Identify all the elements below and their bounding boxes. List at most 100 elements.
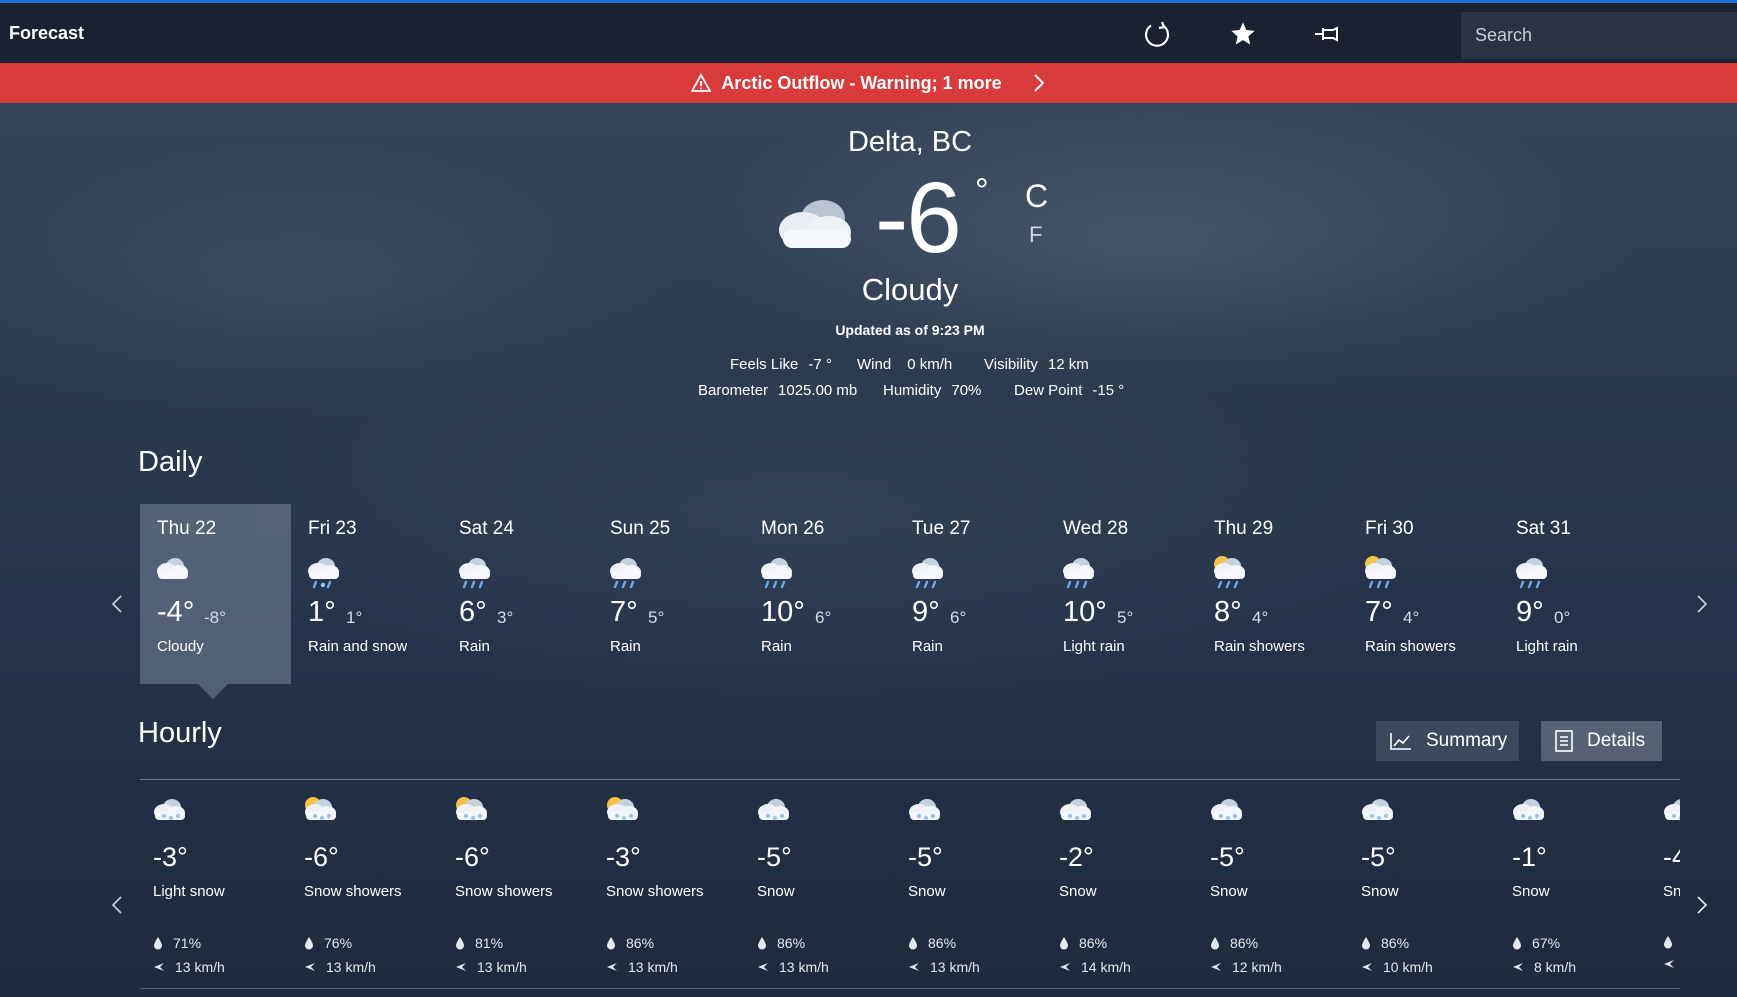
hourly-forecast-item: -2° Snow 86% 14 km/h bbox=[1046, 795, 1196, 985]
wind-arrow-icon bbox=[1663, 959, 1680, 969]
hour-humidity: 71% bbox=[173, 935, 202, 951]
wind-arrow-icon bbox=[1361, 962, 1383, 972]
hourly-forecast-item: -4 Sn bbox=[1650, 795, 1680, 985]
hour-wind-row: 10 km/h bbox=[1361, 959, 1433, 975]
hour-wind-row: 13 km/h bbox=[606, 959, 678, 975]
hour-condition: Snow bbox=[908, 883, 946, 900]
wind-arrow-icon bbox=[757, 962, 779, 972]
hour-precip-row: 86% bbox=[908, 935, 956, 951]
hour-humidity: 86% bbox=[1079, 935, 1108, 951]
hour-wind-row: 14 km/h bbox=[1059, 959, 1131, 975]
raindrop-icon bbox=[1361, 936, 1381, 950]
hour-humidity: 81% bbox=[475, 935, 504, 951]
hour-precip-row: 86% bbox=[1059, 935, 1107, 951]
hour-humidity: 76% bbox=[324, 935, 353, 951]
hour-wind-row: 13 km/h bbox=[455, 959, 527, 975]
hour-humidity: 86% bbox=[928, 935, 957, 951]
hour-wind: 13 km/h bbox=[477, 959, 527, 975]
snow-icon bbox=[1056, 795, 1096, 836]
snow-icon bbox=[905, 795, 945, 836]
raindrop-icon bbox=[1512, 936, 1532, 950]
hour-condition: Snow bbox=[1210, 883, 1248, 900]
wind-arrow-icon bbox=[1059, 962, 1081, 972]
hour-precip-row: 76% bbox=[304, 935, 352, 951]
hour-temperature: -6° bbox=[455, 842, 490, 872]
raindrop-icon bbox=[908, 936, 928, 950]
wind-arrow-icon bbox=[1210, 962, 1232, 972]
hour-temperature: -6° bbox=[304, 842, 339, 872]
wind-arrow-icon bbox=[1512, 962, 1534, 972]
hour-wind: 12 km/h bbox=[1232, 959, 1282, 975]
hour-wind: 10 km/h bbox=[1383, 959, 1433, 975]
hour-wind: 8 km/h bbox=[1534, 959, 1577, 975]
snow-icon bbox=[1509, 795, 1549, 836]
wind-arrow-icon bbox=[304, 962, 326, 972]
hour-precip-row: 67% bbox=[1512, 935, 1560, 951]
hour-wind-row: 13 km/h bbox=[153, 959, 225, 975]
hour-temperature: -3° bbox=[153, 842, 188, 872]
hour-condition: Snow bbox=[1361, 883, 1399, 900]
snow-icon bbox=[150, 795, 190, 836]
hour-condition: Snow bbox=[1059, 883, 1097, 900]
hour-temperature: -4 bbox=[1663, 842, 1680, 872]
raindrop-icon bbox=[757, 936, 777, 950]
hour-temperature: -5° bbox=[908, 842, 943, 872]
hour-precip-row: 86% bbox=[1361, 935, 1409, 951]
hour-temperature: -5° bbox=[757, 842, 792, 872]
raindrop-icon bbox=[1210, 936, 1230, 950]
raindrop-icon bbox=[153, 936, 173, 950]
hour-precip-row: 86% bbox=[606, 935, 654, 951]
hourly-forecast-item: -5° Snow 86% 12 km/h bbox=[1197, 795, 1347, 985]
hour-temperature: -3° bbox=[606, 842, 641, 872]
wind-arrow-icon bbox=[455, 962, 477, 972]
weather-app: Forecast Arctic Outflow - Warning; 1 mor… bbox=[0, 0, 1737, 997]
sun-snow-icon bbox=[603, 795, 643, 836]
hourly-forecast-item: -1° Snow 67% 8 km/h bbox=[1499, 795, 1649, 985]
hour-condition: Snow showers bbox=[606, 883, 704, 900]
hourly-forecast-item: -5° Snow 86% 13 km/h bbox=[744, 795, 894, 985]
hourly-forecast-row: -3° Light snow 71% 13 km/h -6° Snow showers 76… bbox=[0, 0, 1680, 997]
hour-condition: Snow showers bbox=[304, 883, 402, 900]
chevron-right-icon[interactable] bbox=[1692, 890, 1712, 920]
raindrop-icon bbox=[455, 936, 475, 950]
hourly-forecast-item: -6° Snow showers 76% 13 km/h bbox=[291, 795, 441, 985]
hour-wind: 13 km/h bbox=[779, 959, 829, 975]
sun-snow-icon bbox=[452, 795, 492, 836]
snow-icon bbox=[754, 795, 794, 836]
hour-wind: 13 km/h bbox=[628, 959, 678, 975]
hour-condition: Sn bbox=[1663, 883, 1680, 900]
hour-wind: 14 km/h bbox=[1081, 959, 1131, 975]
snow-icon bbox=[1358, 795, 1398, 836]
hour-wind-row: 8 km/h bbox=[1512, 959, 1576, 975]
raindrop-icon bbox=[1059, 936, 1079, 950]
sun-snow-icon bbox=[301, 795, 341, 836]
hour-wind-row: 13 km/h bbox=[304, 959, 376, 975]
hour-humidity: 67% bbox=[1532, 935, 1561, 951]
hourly-forecast-item: -3° Snow showers 86% 13 km/h bbox=[593, 795, 743, 985]
hourly-forecast-item: -3° Light snow 71% 13 km/h bbox=[140, 795, 290, 985]
hour-precip-row: 86% bbox=[1210, 935, 1258, 951]
hour-precip-row bbox=[1663, 935, 1680, 949]
hour-humidity: 86% bbox=[1230, 935, 1259, 951]
hourly-forecast-item: -5° Snow 86% 10 km/h bbox=[1348, 795, 1498, 985]
hour-humidity: 86% bbox=[1381, 935, 1410, 951]
hour-wind-row: 13 km/h bbox=[757, 959, 829, 975]
hour-condition: Snow bbox=[757, 883, 795, 900]
hour-wind: 13 km/h bbox=[175, 959, 225, 975]
hour-temperature: -1° bbox=[1512, 842, 1547, 872]
wind-arrow-icon bbox=[908, 962, 930, 972]
hour-wind: 13 km/h bbox=[326, 959, 376, 975]
hour-temperature: -5° bbox=[1361, 842, 1396, 872]
hour-humidity: 86% bbox=[777, 935, 806, 951]
hour-wind: 13 km/h bbox=[930, 959, 980, 975]
hour-condition: Snow bbox=[1512, 883, 1550, 900]
hour-wind-row bbox=[1663, 959, 1680, 969]
raindrop-icon bbox=[304, 936, 324, 950]
hour-precip-row: 86% bbox=[757, 935, 805, 951]
wind-arrow-icon bbox=[153, 962, 175, 972]
wind-arrow-icon bbox=[606, 962, 628, 972]
hour-precip-row: 81% bbox=[455, 935, 503, 951]
hourly-forecast-item: -6° Snow showers 81% 13 km/h bbox=[442, 795, 592, 985]
chevron-right-icon[interactable] bbox=[1692, 589, 1712, 619]
hour-condition: Light snow bbox=[153, 883, 225, 900]
